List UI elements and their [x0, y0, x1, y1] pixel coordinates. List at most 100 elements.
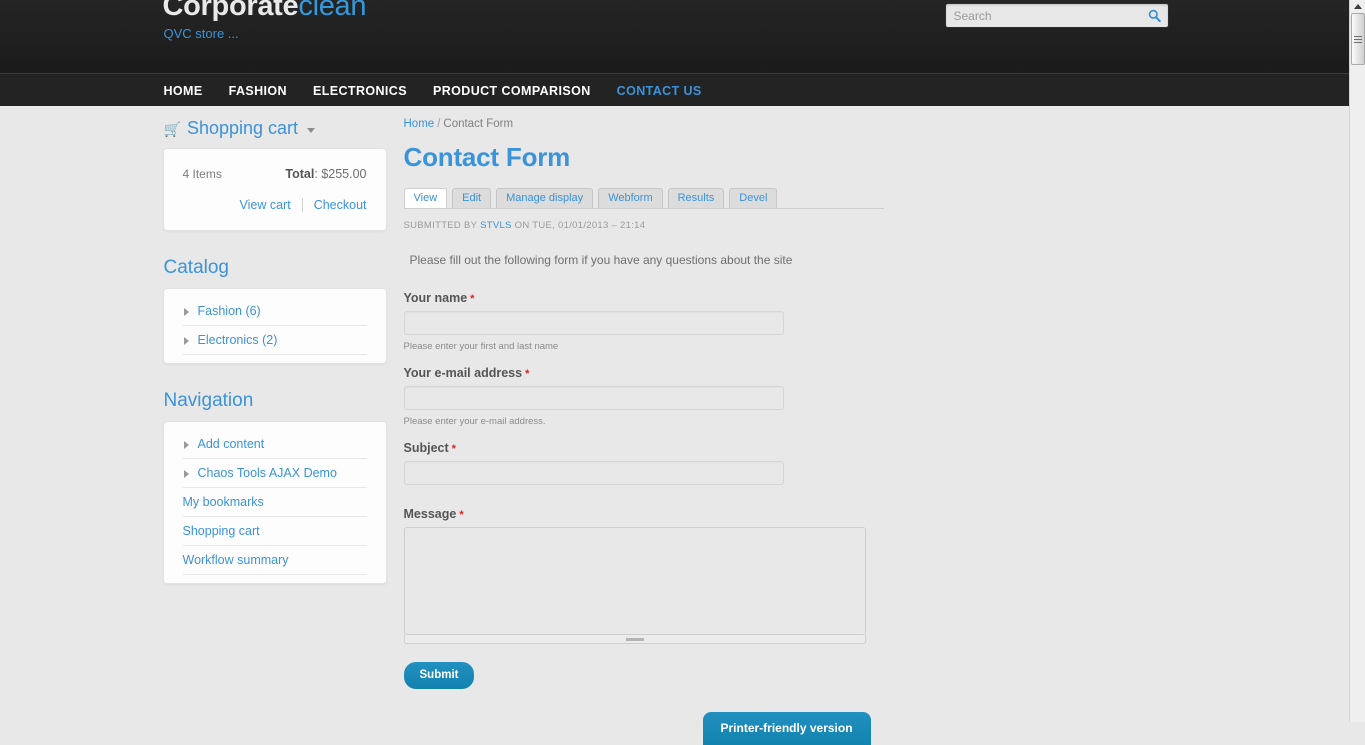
label-subject: Subject * — [404, 441, 884, 455]
triangle-right-icon[interactable] — [183, 470, 189, 478]
form-item-your-email: Your e-mail address * Please enter your e… — [403, 366, 884, 427]
navigation-title: Navigation — [163, 390, 254, 411]
site-name-bold: Corporate — [162, 0, 299, 22]
nav-link-workflow-summary[interactable]: Workflow summary — [183, 546, 367, 574]
submitted-prefix: SUBMITTED BY — [403, 220, 478, 231]
block-navigation: Navigation Add content Chaos Tools AJAX D… — [162, 390, 387, 584]
shopping-cart-icon: 🛒 — [163, 120, 181, 137]
form-intro: Please fill out the following form if yo… — [409, 253, 793, 267]
list-item: Workflow summary — [182, 546, 367, 575]
triangle-right-icon[interactable] — [183, 337, 189, 345]
shopping-cart-title-label: Shopping cart — [186, 118, 299, 138]
nav-link-my-bookmarks[interactable]: My bookmarks — [183, 488, 367, 516]
list-item: Chaos Tools AJAX Demo — [182, 459, 367, 488]
main-navigation: HOME FASHION ELECTRONICS PRODUCT COMPARISON… — [0, 73, 1349, 106]
nav-item-product-comparison[interactable]: PRODUCT COMPARISON — [433, 84, 591, 98]
nav-item-fashion[interactable]: FASHION — [229, 84, 287, 98]
scrollbar-thumb[interactable] — [1351, 13, 1365, 65]
label-your-name-text: Your name — [403, 291, 468, 305]
search-input[interactable] — [945, 4, 1142, 27]
list-item: Electronics (2) — [182, 326, 367, 355]
label-your-email: Your e-mail address * — [404, 366, 884, 380]
printer-friendly-button[interactable]: Printer-friendly version — [702, 712, 871, 745]
tab-edit[interactable]: Edit — [452, 188, 492, 208]
nav-link-shopping-cart[interactable]: Shopping cart — [183, 517, 367, 545]
your-name-input[interactable] — [403, 311, 784, 335]
catalog-title: Catalog — [163, 257, 230, 278]
nav-item-electronics[interactable]: ELECTRONICS — [313, 84, 407, 98]
catalog-panel: Fashion (6) Electronics (2) — [162, 288, 387, 364]
cart-item-count: 4 Items — [182, 167, 222, 181]
site-logo[interactable]: Corporateclean — [163, 0, 367, 23]
form-item-subject: Subject * — [403, 441, 884, 503]
triangle-up-icon — [1353, 3, 1362, 9]
search-icon — [1148, 9, 1161, 22]
required-marker: * — [459, 509, 464, 521]
catalog-link-fashion-6[interactable]: Fashion (6) — [183, 297, 367, 325]
site-slogan: QVC store ... — [163, 26, 239, 41]
list-item: Add content — [182, 430, 367, 459]
required-marker: * — [451, 443, 456, 455]
your-email-input[interactable] — [403, 386, 784, 410]
tab-webform[interactable]: Webform — [598, 188, 663, 208]
vertical-scrollbar[interactable] — [1349, 0, 1365, 722]
search-box[interactable] — [944, 3, 1169, 28]
chevron-down-icon[interactable] — [307, 128, 316, 133]
subject-input[interactable] — [403, 461, 784, 485]
triangle-right-icon[interactable] — [183, 308, 189, 316]
shopping-cart-title[interactable]: 🛒 Shopping cart — [164, 118, 387, 139]
label-your-name: Your name * — [404, 291, 884, 305]
breadcrumb: Home / Contact Form — [404, 118, 884, 130]
catalog-menu: Fashion (6) Electronics (2) — [182, 297, 367, 355]
breadcrumb-separator: / — [437, 118, 441, 130]
checkout-link[interactable]: Checkout — [314, 198, 367, 212]
nav-item-contact-us[interactable]: CONTACT US — [617, 84, 702, 98]
form-item-your-name: Your name * Please enter your first and l… — [403, 291, 884, 352]
scroll-up-button[interactable] — [1350, 0, 1365, 12]
message-textarea[interactable] — [403, 527, 866, 635]
label-message-text: Message — [403, 507, 457, 521]
view-cart-link[interactable]: View cart — [240, 198, 291, 212]
site-name-accent: clean — [298, 0, 367, 22]
breadcrumb-current: Contact Form — [443, 118, 514, 130]
cart-total-label: Total — [285, 167, 315, 181]
list-item: My bookmarks — [182, 488, 367, 517]
nav-item-home[interactable]: HOME — [164, 84, 203, 98]
label-subject-text: Subject — [403, 441, 449, 455]
submit-button[interactable]: Submit — [403, 662, 475, 689]
submitted-user-link[interactable]: STVLS — [480, 220, 512, 231]
form-item-message: Message * — [403, 507, 884, 644]
list-item: Fashion (6) — [182, 297, 367, 326]
required-marker: * — [470, 293, 475, 305]
navigation-menu: Add content Chaos Tools AJAX Demo My bookm… — [182, 430, 367, 575]
grip-lines-icon — [1354, 34, 1362, 45]
main-content: Home / Contact Form Contact Form View Edit M… — [403, 118, 884, 745]
cart-total-value: $255.00 — [321, 167, 367, 181]
shopping-cart-panel: 4 Items Total: $255.00 View cart Checkou… — [162, 148, 387, 231]
tab-bar: View Edit Manage display Webform Results Deve… — [403, 188, 884, 209]
submitted-suffix: ON TUE, 01/01/2013 – 21:14 — [514, 220, 646, 231]
tab-manage-display[interactable]: Manage display — [496, 188, 594, 208]
search-button[interactable] — [1144, 6, 1166, 25]
breadcrumb-home[interactable]: Home — [404, 118, 435, 130]
tab-view[interactable]: View — [403, 188, 448, 208]
block-catalog: Catalog Fashion (6) Electronics (2) — [162, 257, 387, 364]
list-item: Shopping cart — [182, 517, 367, 546]
block-shopping-cart: 🛒 Shopping cart 4 Items Total: $255.00 V… — [162, 118, 387, 231]
catalog-link-electronics-2[interactable]: Electronics (2) — [183, 326, 367, 354]
label-message: Message * — [404, 507, 884, 521]
tab-devel[interactable]: Devel — [729, 188, 778, 208]
nav-link-chaos-tools-ajax-demo[interactable]: Chaos Tools AJAX Demo — [183, 459, 367, 487]
submitted-info: SUBMITTED BY STVLS ON TUE, 01/01/2013 – … — [404, 220, 884, 231]
textarea-resize-grippie[interactable] — [403, 635, 866, 644]
page-title: Contact Form — [403, 142, 571, 172]
nav-link-add-content[interactable]: Add content — [183, 430, 367, 458]
cart-total: Total: $255.00 — [285, 167, 367, 181]
tab-results[interactable]: Results — [667, 188, 725, 208]
link-divider — [301, 198, 303, 212]
triangle-right-icon[interactable] — [183, 441, 189, 449]
required-marker: * — [525, 368, 530, 380]
label-your-email-text: Your e-mail address — [403, 366, 523, 380]
your-email-description: Please enter your e-mail address. — [403, 416, 546, 427]
